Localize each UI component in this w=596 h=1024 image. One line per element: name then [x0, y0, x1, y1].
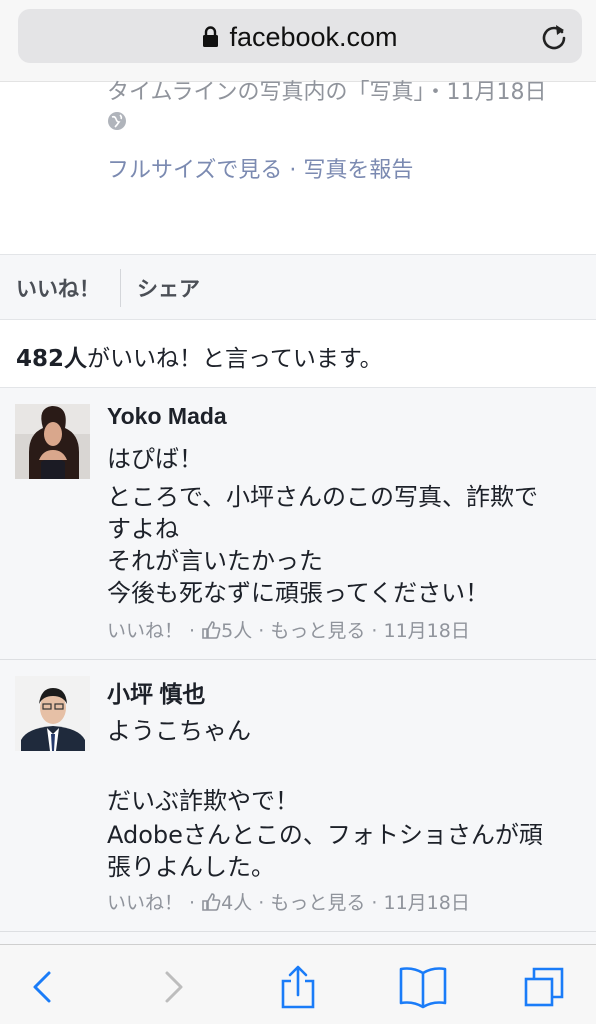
comment-line: はぴば！ [107, 445, 203, 473]
bookmarks-icon[interactable] [398, 965, 448, 1009]
comment-meta: いいね！ · 4人 · もっと見る · 11月18日 [107, 888, 470, 915]
comment-like-link[interactable]: いいね！ [107, 892, 183, 914]
url-text: facebook.com [229, 22, 398, 52]
likes-text: 482人がいいね！と言っています。 [16, 339, 383, 373]
comment: 小坪 慎也 ようこちゃん だいぶ詐欺やで！ Adobeさんとこの、フォトショさん… [0, 660, 596, 932]
browser-address-area: facebook.com [0, 0, 596, 82]
meta-separator: · [183, 892, 202, 914]
commenter-name[interactable]: Yoko Mada [107, 403, 227, 430]
comment-line: 今後も死なずに頑張ってください！ [107, 579, 490, 607]
url-display[interactable]: facebook.com [18, 22, 582, 53]
see-more-link[interactable]: もっと見る [270, 892, 365, 914]
photo-links[interactable]: フルサイズで見る · 写真を報告 [107, 152, 413, 184]
avatar[interactable] [15, 404, 90, 479]
photo-info-panel: タイムラインの写真内の「写真」・11月18日 フルサイズで見る · 写真を報告 [0, 80, 596, 254]
meta-separator: · [365, 620, 384, 642]
comment-line: すよね [107, 515, 179, 543]
browser-toolbar [0, 944, 596, 1024]
meta-separator: · [252, 620, 271, 642]
comment-date: 11月18日 [383, 892, 470, 914]
comment-line: ようこちゃん [107, 717, 251, 745]
share-icon[interactable] [276, 965, 320, 1009]
see-more-link[interactable]: もっと見る [270, 620, 365, 642]
comment-line: Adobeさんとこの、フォトショさんが頑 [107, 821, 543, 849]
thumbs-up-icon [202, 621, 221, 639]
meta-separator: · [365, 892, 384, 914]
avatar-image [15, 676, 90, 751]
comment-date: 11月18日 [383, 620, 470, 642]
likes-count: 482人 [16, 346, 88, 372]
likes-summary[interactable]: 482人がいいね！と言っています。 [0, 320, 596, 388]
comment-meta: いいね！ · 5人 · もっと見る · 11月18日 [107, 616, 470, 643]
like-button[interactable]: いいね！ [16, 273, 100, 303]
address-bar[interactable]: facebook.com [18, 9, 582, 63]
globe-icon [108, 112, 126, 130]
avatar[interactable] [15, 676, 90, 751]
forward-icon[interactable] [150, 965, 194, 1009]
tabs-icon[interactable] [522, 965, 566, 1009]
action-divider [120, 269, 121, 307]
comment-line: それが言いたかった [107, 547, 323, 575]
comment-like-count[interactable]: 5人 [221, 620, 252, 642]
commenter-name[interactable]: 小坪 慎也 [107, 675, 205, 709]
comment-like-link[interactable]: いいね！ [107, 620, 183, 642]
meta-separator: · [183, 620, 202, 642]
thumbs-up-icon [202, 893, 221, 911]
comment-like-count[interactable]: 4人 [221, 892, 252, 914]
avatar-image [15, 404, 90, 479]
back-icon[interactable] [22, 965, 66, 1009]
comment-line: 張りよんした。 [107, 853, 275, 881]
likes-suffix: がいいね！と言っています。 [87, 346, 383, 372]
comment: Yoko Mada はぴば！ ところで、小坪さんのこの写真、詐欺で すよね それ… [0, 388, 596, 660]
share-button[interactable]: シェア [137, 273, 200, 303]
action-bar: いいね！ シェア [0, 254, 596, 320]
meta-separator: · [252, 892, 271, 914]
comment-line: ところで、小坪さんのこの写真、詐欺で [107, 483, 539, 511]
comment-line: だいぶ詐欺やで！ [107, 787, 299, 815]
photo-album-line: タイムラインの写真内の「写真」・11月18日 [107, 80, 547, 105]
lock-icon [203, 26, 219, 47]
reload-icon[interactable] [540, 22, 568, 50]
